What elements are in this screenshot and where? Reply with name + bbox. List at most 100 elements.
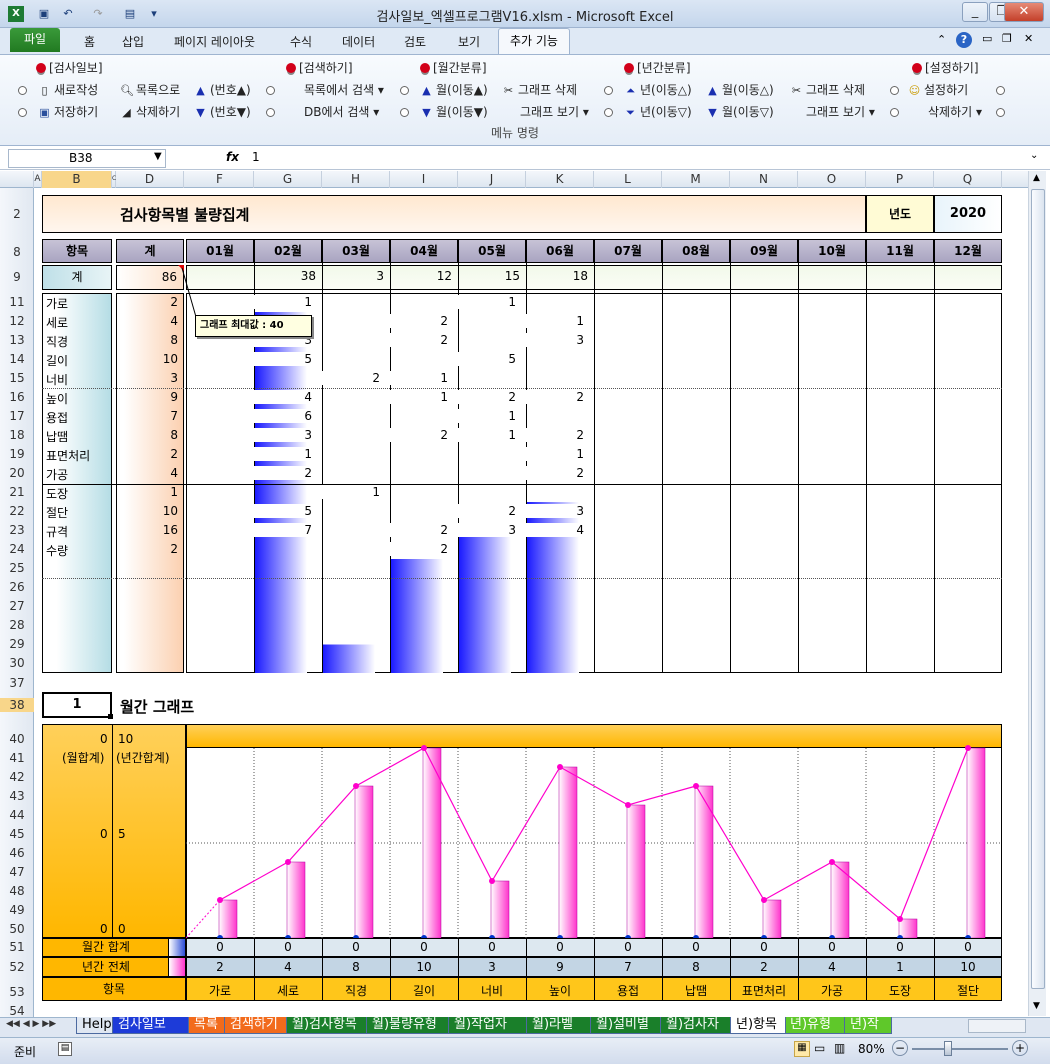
- zoom-slider[interactable]: [912, 1048, 1008, 1050]
- zoom-slider-thumb[interactable]: [944, 1041, 952, 1056]
- delete-button[interactable]: ◢ 삭제하기: [120, 103, 180, 121]
- item-label-cell[interactable]: 높이: [526, 982, 594, 999]
- row-header-52[interactable]: 52: [0, 960, 34, 974]
- col-header-g[interactable]: G: [254, 171, 322, 188]
- col-header-k[interactable]: K: [526, 171, 594, 188]
- month-value-cell[interactable]: 2: [458, 504, 516, 518]
- sheet-nav-first-icon[interactable]: ◀◀ ◀ ▶ ▶▶: [6, 1019, 56, 1029]
- month-total-cell[interactable]: 15: [458, 269, 520, 283]
- formula-fx-icon[interactable]: fx: [226, 150, 239, 164]
- item-label-cell[interactable]: 절단: [934, 982, 1002, 999]
- sheet-tab[interactable]: 월)작업자: [448, 1017, 528, 1034]
- row-header-45[interactable]: 45: [0, 827, 34, 841]
- graph-delete2-button[interactable]: ✂ 그래프 삭제: [790, 81, 865, 99]
- col-header-m[interactable]: M: [662, 171, 730, 188]
- tab-page-layout[interactable]: 페이지 레이아웃: [166, 32, 263, 54]
- month-value-cell[interactable]: 3: [526, 333, 584, 347]
- monthly-sum-cell[interactable]: 0: [798, 940, 866, 954]
- col-header-l[interactable]: L: [594, 171, 662, 188]
- name-box[interactable]: B38: [8, 149, 166, 168]
- radio-icon[interactable]: [400, 86, 409, 95]
- vertical-scrollbar[interactable]: ▲ ▼: [1028, 171, 1046, 1016]
- row-header-23[interactable]: 23: [0, 523, 34, 537]
- item-label-cell[interactable]: 세로: [254, 982, 322, 999]
- radio-icon[interactable]: [890, 108, 899, 117]
- col-header-i[interactable]: I: [390, 171, 458, 188]
- yearly-total-cell[interactable]: 1: [866, 960, 934, 974]
- monthly-sum-cell[interactable]: 0: [322, 940, 390, 954]
- zoom-in-icon[interactable]: +: [1012, 1040, 1028, 1056]
- row-header-8[interactable]: 8: [0, 245, 34, 259]
- month-value-cell[interactable]: 3: [254, 428, 312, 442]
- formula-expand-icon[interactable]: ⌄: [1030, 150, 1038, 161]
- month-value-cell[interactable]: 2: [526, 466, 584, 480]
- item-name-cell[interactable]: 수량: [46, 542, 68, 559]
- sheet-tab[interactable]: 월)검사항목: [286, 1017, 368, 1034]
- tab-formulas[interactable]: 수식: [282, 32, 320, 54]
- monthly-sum-cell[interactable]: 0: [390, 940, 458, 954]
- sheet-tab[interactable]: 년)유형: [784, 1017, 846, 1034]
- workbook-minimize-icon[interactable]: ▭: [982, 32, 992, 45]
- page-break-view-icon[interactable]: ▥: [834, 1041, 845, 1055]
- sheet-tab[interactable]: 년)항목: [730, 1017, 786, 1034]
- col-header-f[interactable]: F: [186, 171, 254, 188]
- row-header-44[interactable]: 44: [0, 808, 34, 822]
- item-name-cell[interactable]: 용접: [46, 409, 68, 426]
- row-header-20[interactable]: 20: [0, 466, 34, 480]
- radio-icon[interactable]: [996, 86, 1005, 95]
- row-header-25[interactable]: 25: [0, 561, 34, 575]
- item-name-cell[interactable]: 표면처리: [46, 447, 90, 464]
- month-value-cell[interactable]: 2: [254, 466, 312, 480]
- item-label-cell[interactable]: 너비: [458, 982, 526, 999]
- month-value-cell[interactable]: 2: [526, 428, 584, 442]
- graph-delete-button[interactable]: ✂ 그래프 삭제: [502, 81, 577, 99]
- month-value-cell[interactable]: 2: [390, 428, 448, 442]
- yearly-total-cell[interactable]: 9: [526, 960, 594, 974]
- graph-view-dropdown[interactable]: 그래프 보기 ▾: [520, 103, 589, 121]
- month-down2-button[interactable]: ▼ 월(이동▽): [706, 103, 773, 121]
- item-label-cell[interactable]: 길이: [390, 982, 458, 999]
- item-total-cell[interactable]: 4: [116, 314, 178, 328]
- item-total-cell[interactable]: 3: [116, 371, 178, 385]
- ribbon-collapse-icon[interactable]: ⌃: [937, 33, 946, 46]
- item-label-cell[interactable]: 직경: [322, 982, 390, 999]
- fill-handle[interactable]: [108, 714, 113, 719]
- month-up-button[interactable]: ▲ 월(이동▲): [420, 81, 487, 99]
- col-header-j[interactable]: J: [458, 171, 526, 188]
- row-header-14[interactable]: 14: [0, 352, 34, 366]
- item-total-cell[interactable]: 8: [116, 333, 178, 347]
- row-header-16[interactable]: 16: [0, 390, 34, 404]
- month-down-button[interactable]: ▼ 월(이동▼): [420, 103, 487, 121]
- row-header-21[interactable]: 21: [0, 485, 34, 499]
- tab-data[interactable]: 데이터: [334, 32, 383, 54]
- radio-icon[interactable]: [604, 108, 613, 117]
- grand-total-cell[interactable]: 86: [116, 265, 184, 290]
- month-value-cell[interactable]: 1: [458, 409, 516, 423]
- year-down-button[interactable]: ⏷ 년(이동▽): [624, 103, 692, 121]
- month-value-cell[interactable]: 2: [390, 542, 448, 556]
- item-label-cell[interactable]: 도장: [866, 982, 934, 999]
- item-name-cell[interactable]: 가로: [46, 295, 68, 312]
- month-total-cell[interactable]: 12: [390, 269, 452, 283]
- item-label-cell[interactable]: 용접: [594, 982, 662, 999]
- month-value-cell[interactable]: 3: [458, 523, 516, 537]
- month-value-cell[interactable]: 3: [526, 504, 584, 518]
- selected-cell-b38[interactable]: 1: [42, 692, 112, 718]
- month-total-cell[interactable]: 18: [526, 269, 588, 283]
- month-value-cell[interactable]: 1: [254, 295, 312, 309]
- month-value-cell[interactable]: 5: [458, 352, 516, 366]
- tab-file[interactable]: 파일: [10, 28, 60, 52]
- row-header-11[interactable]: 11: [0, 295, 34, 309]
- month-value-cell[interactable]: 2: [390, 314, 448, 328]
- item-name-cell[interactable]: 직경: [46, 333, 68, 350]
- delete2-dropdown[interactable]: 삭제하기 ▾: [928, 103, 982, 121]
- month-value-cell[interactable]: 2: [322, 371, 380, 385]
- yearly-total-cell[interactable]: 4: [254, 960, 322, 974]
- row-header-46[interactable]: 46: [0, 846, 34, 860]
- radio-icon[interactable]: [400, 108, 409, 117]
- tab-home[interactable]: 홈: [76, 32, 103, 54]
- sheet-tab[interactable]: 월)불량유형: [366, 1017, 450, 1034]
- item-total-cell[interactable]: 1: [116, 485, 178, 499]
- month-up2-button[interactable]: ▲ 월(이동△): [706, 81, 773, 99]
- month-value-cell[interactable]: 2: [390, 523, 448, 537]
